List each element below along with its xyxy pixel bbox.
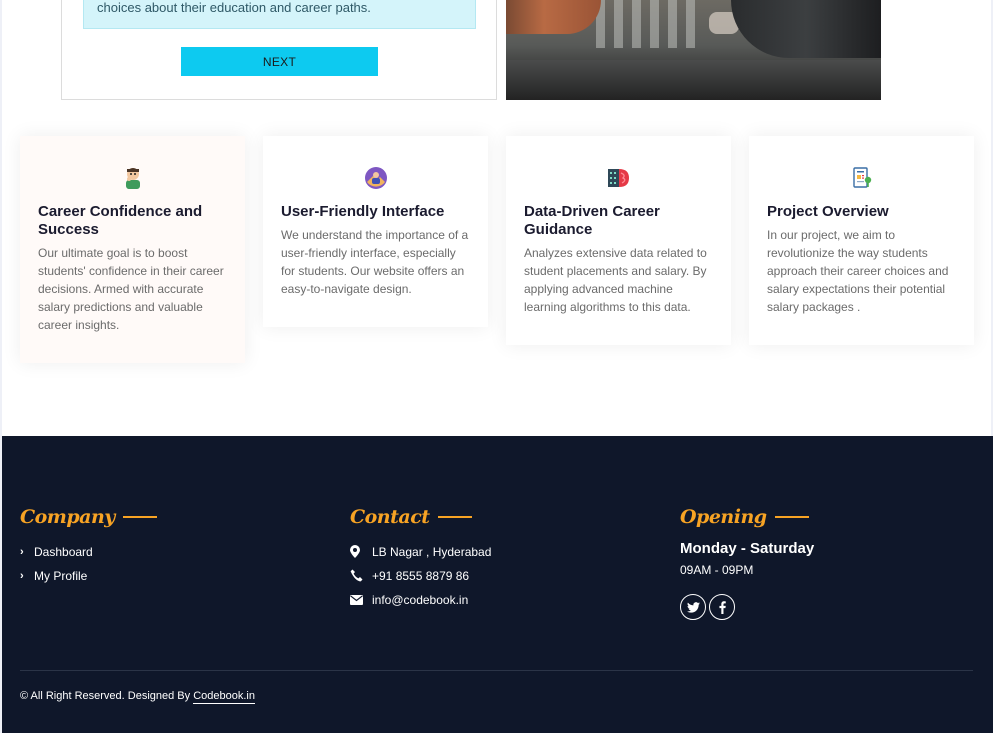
info-alert: choices about their education and career… bbox=[83, 0, 476, 29]
opening-hours: 09AM - 09PM bbox=[680, 563, 754, 577]
contact-address: LB Nagar , Hyderabad bbox=[350, 544, 491, 559]
user-interface-icon bbox=[364, 167, 387, 189]
contact-heading: Contact bbox=[350, 506, 430, 528]
card-text: Analyzes extensive data related to stude… bbox=[524, 246, 707, 314]
phone-text: +91 8555 8879 86 bbox=[372, 568, 470, 583]
opening-heading: Opening bbox=[680, 506, 767, 528]
site-footer: Company › Dashboard › My Profile Contact bbox=[2, 436, 993, 733]
card-text: In our project, we aim to revolutionize … bbox=[767, 228, 949, 314]
envelope-icon bbox=[350, 594, 372, 605]
feature-card-project-overview: Project Overview In our project, we aim … bbox=[749, 136, 974, 345]
footer-company-column: Company › Dashboard › My Profile bbox=[20, 506, 157, 583]
contact-phone[interactable]: +91 8555 8879 86 bbox=[350, 568, 491, 583]
footer-divider bbox=[20, 670, 973, 671]
feature-card-user-friendly: User-Friendly Interface We understand th… bbox=[263, 136, 488, 327]
info-alert-text: choices about their education and career… bbox=[97, 0, 371, 15]
footer-heading: Opening bbox=[680, 506, 814, 528]
footer-link-label: Dashboard bbox=[34, 544, 93, 559]
card-title: Career Confidence and Success bbox=[38, 203, 203, 238]
card-title: User-Friendly Interface bbox=[281, 203, 445, 220]
facebook-button[interactable] bbox=[709, 594, 735, 620]
copyright: © All Right Reserved. Designed By Codebo… bbox=[20, 690, 255, 704]
designer-link[interactable]: Codebook.in bbox=[193, 690, 255, 704]
map-marker-icon bbox=[350, 545, 372, 558]
footer-heading: Company bbox=[20, 506, 157, 528]
question-card: choices about their education and career… bbox=[61, 0, 497, 100]
card-title: Data-Driven Career Guidance bbox=[524, 203, 660, 238]
feature-card-career-confidence: Career Confidence and Success Our ultima… bbox=[20, 136, 245, 363]
address-text: LB Nagar , Hyderabad bbox=[372, 544, 492, 559]
heading-underline bbox=[122, 516, 157, 518]
company-heading: Company bbox=[20, 506, 115, 528]
opening-days: Monday - Saturday bbox=[680, 540, 815, 557]
data-brain-icon bbox=[607, 169, 629, 187]
project-overview-icon bbox=[852, 167, 871, 188]
card-text: Our ultimate goal is to boost students' … bbox=[38, 246, 224, 332]
next-button[interactable]: NEXT bbox=[181, 47, 378, 76]
card-title: Project Overview bbox=[767, 203, 889, 220]
email-text: info@codebook.in bbox=[372, 592, 469, 607]
student-thinking-icon bbox=[125, 168, 140, 189]
facebook-icon bbox=[718, 600, 726, 614]
footer-opening-column: Opening Monday - Saturday 09AM - 09PM bbox=[680, 506, 814, 620]
footer-heading: Contact bbox=[350, 506, 491, 528]
copyright-text: © All Right Reserved. Designed By bbox=[20, 690, 191, 702]
card-text: We understand the importance of a user-f… bbox=[281, 228, 469, 296]
twitter-icon bbox=[686, 601, 700, 613]
twitter-button[interactable] bbox=[680, 594, 706, 620]
footer-link-label: My Profile bbox=[34, 568, 88, 583]
footer-link-my-profile[interactable]: › My Profile bbox=[20, 568, 157, 583]
meeting-photo bbox=[506, 0, 881, 100]
feature-card-data-driven: Data-Driven Career Guidance Analyzes ext… bbox=[506, 136, 731, 345]
chevron-right-icon: › bbox=[20, 545, 24, 558]
footer-link-dashboard[interactable]: › Dashboard bbox=[20, 544, 157, 559]
heading-underline bbox=[774, 516, 809, 518]
footer-contact-column: Contact LB Nagar , Hyderabad +91 8555 88… bbox=[350, 506, 491, 607]
heading-underline bbox=[437, 516, 472, 518]
social-links bbox=[680, 594, 814, 620]
contact-email[interactable]: info@codebook.in bbox=[350, 592, 491, 607]
phone-icon bbox=[350, 569, 372, 582]
chevron-right-icon: › bbox=[20, 569, 24, 582]
